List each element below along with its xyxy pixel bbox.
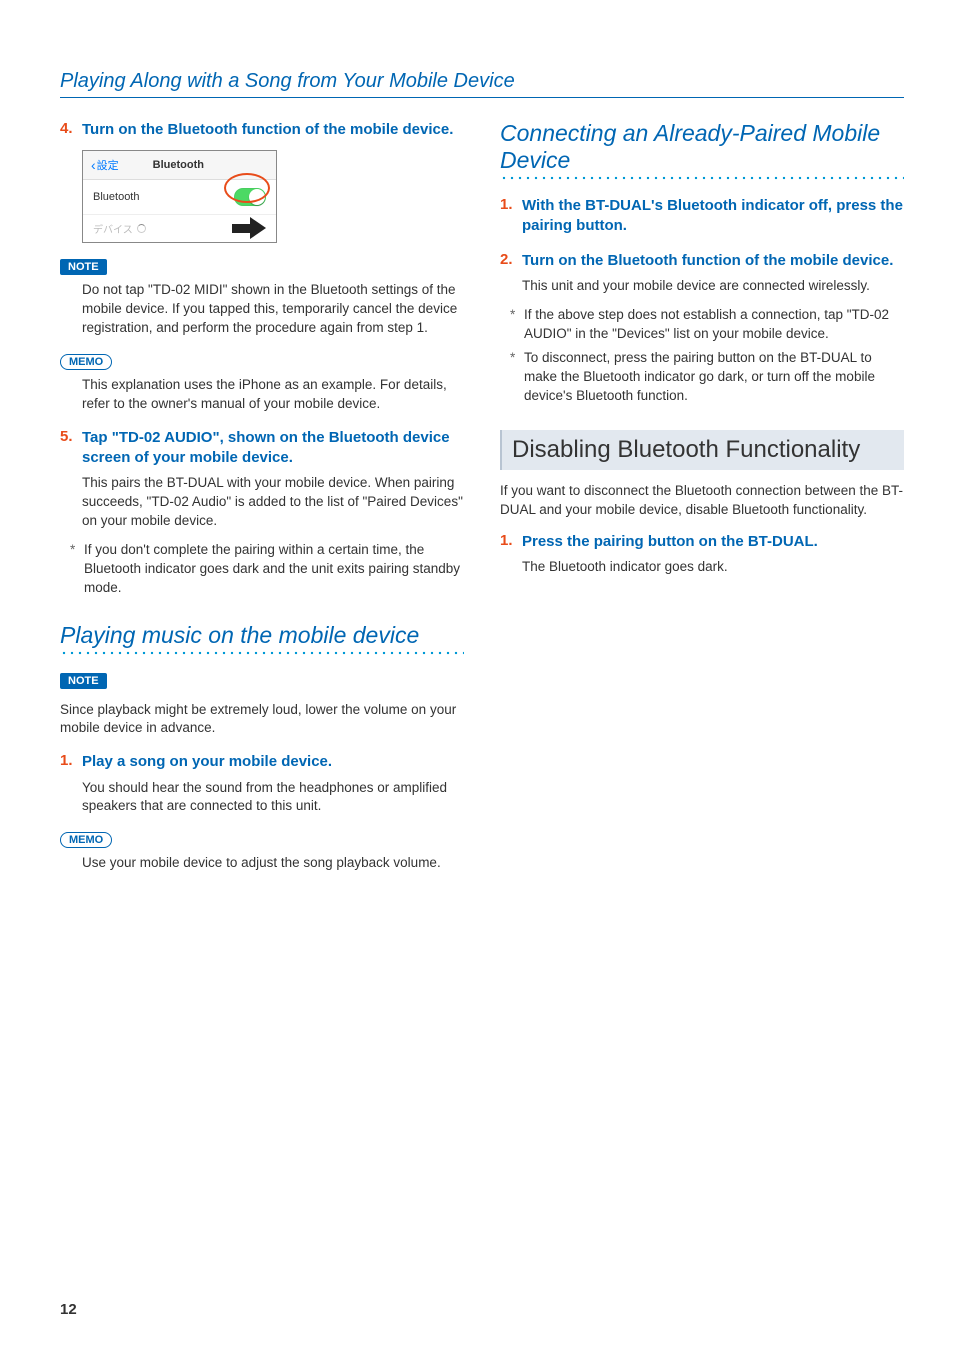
- memo-badge: MEMO: [60, 354, 112, 370]
- dotted-divider: [60, 651, 464, 655]
- step-number: 1.: [500, 532, 522, 552]
- page-number: 12: [60, 1301, 77, 1318]
- step-body: You should hear the sound from the headp…: [82, 779, 464, 817]
- step-number: 1.: [60, 752, 82, 772]
- note-badge: NOTE: [60, 673, 107, 689]
- section-heading-connecting: Connecting an Already-Paired Mobile Devi…: [500, 120, 904, 174]
- note-block-1: NOTE Do not tap "TD-02 MIDI" shown in th…: [60, 257, 464, 338]
- bullet-item: * To disconnect, press the pairing butto…: [510, 349, 904, 406]
- bt-back-label: 設定: [97, 157, 119, 173]
- note-text: Do not tap "TD-02 MIDI" shown in the Blu…: [82, 281, 464, 338]
- memo-block-1: MEMO This explanation uses the iPhone as…: [60, 352, 464, 414]
- arrow-right-icon: [250, 217, 266, 239]
- step-number: 1.: [500, 196, 522, 237]
- spinner-icon: [137, 224, 146, 233]
- step-number: 4.: [60, 120, 82, 140]
- right-column: Connecting an Already-Paired Mobile Devi…: [500, 120, 904, 887]
- note-badge: NOTE: [60, 259, 107, 275]
- bt-toggle-row: Bluetooth: [83, 180, 276, 215]
- two-column-layout: 4. Turn on the Bluetooth function of the…: [60, 120, 904, 887]
- step-title: Turn on the Bluetooth function of the mo…: [82, 120, 453, 140]
- step-r2: 2. Turn on the Bluetooth function of the…: [500, 251, 904, 271]
- step-number: 5.: [60, 428, 82, 469]
- section-heading-disabling: Disabling Bluetooth Functionality: [500, 430, 904, 470]
- intro-paragraph: If you want to disconnect the Bluetooth …: [500, 482, 904, 520]
- chevron-left-icon: ‹: [91, 158, 96, 172]
- step-number: 2.: [500, 251, 522, 271]
- step-title: Tap "TD-02 AUDIO", shown on the Bluetoot…: [82, 428, 464, 469]
- memo-text: This explanation uses the iPhone as an e…: [82, 376, 464, 414]
- page-title: Playing Along with a Song from Your Mobi…: [60, 70, 904, 98]
- left-column: 4. Turn on the Bluetooth function of the…: [60, 120, 464, 887]
- step-title: Play a song on your mobile device.: [82, 752, 332, 772]
- memo-badge: MEMO: [60, 832, 112, 848]
- bullet-text: If the above step does not establish a c…: [524, 306, 904, 344]
- bt-header-bar: ‹ 設定 Bluetooth: [83, 151, 276, 180]
- arrow-body-icon: [232, 224, 250, 233]
- section-heading-playing-music: Playing music on the mobile device: [60, 622, 464, 649]
- step-4: 4. Turn on the Bluetooth function of the…: [60, 120, 464, 140]
- memo-text: Use your mobile device to adjust the son…: [82, 854, 464, 873]
- step-body: This pairs the BT-DUAL with your mobile …: [82, 474, 464, 531]
- note-block-2: NOTE Since playback might be extremely l…: [60, 671, 464, 739]
- dotted-divider: [500, 176, 904, 180]
- toggle-on-icon: [234, 188, 266, 206]
- bluetooth-screenshot: ‹ 設定 Bluetooth Bluetooth デバイス: [82, 150, 277, 243]
- bullet-text: If you don't complete the pairing within…: [84, 541, 464, 598]
- step-d1: 1. Press the pairing button on the BT-DU…: [500, 532, 904, 552]
- asterisk-icon: *: [510, 349, 524, 406]
- step-title: Turn on the Bluetooth function of the mo…: [522, 251, 893, 271]
- asterisk-icon: *: [70, 541, 84, 598]
- bullet-item: * If you don't complete the pairing with…: [70, 541, 464, 598]
- memo-block-2: MEMO Use your mobile device to adjust th…: [60, 830, 464, 873]
- bt-screen-title: Bluetooth: [153, 159, 204, 171]
- bullet-item: * If the above step does not establish a…: [510, 306, 904, 344]
- step-body: This unit and your mobile device are con…: [522, 277, 904, 296]
- bt-row-label: Bluetooth: [93, 191, 139, 203]
- asterisk-icon: *: [510, 306, 524, 344]
- step-5: 5. Tap "TD-02 AUDIO", shown on the Bluet…: [60, 428, 464, 469]
- step-r1: 1. With the BT-DUAL's Bluetooth indicato…: [500, 196, 904, 237]
- step-title: With the BT-DUAL's Bluetooth indicator o…: [522, 196, 904, 237]
- step-play-1: 1. Play a song on your mobile device.: [60, 752, 464, 772]
- bt-devices-label: デバイス: [93, 221, 133, 236]
- step-body: The Bluetooth indicator goes dark.: [522, 558, 904, 577]
- bt-back-button: ‹ 設定: [91, 157, 119, 173]
- bullet-text: To disconnect, press the pairing button …: [524, 349, 904, 406]
- note-text: Since playback might be extremely loud, …: [60, 701, 464, 739]
- step-title: Press the pairing button on the BT-DUAL.: [522, 532, 818, 552]
